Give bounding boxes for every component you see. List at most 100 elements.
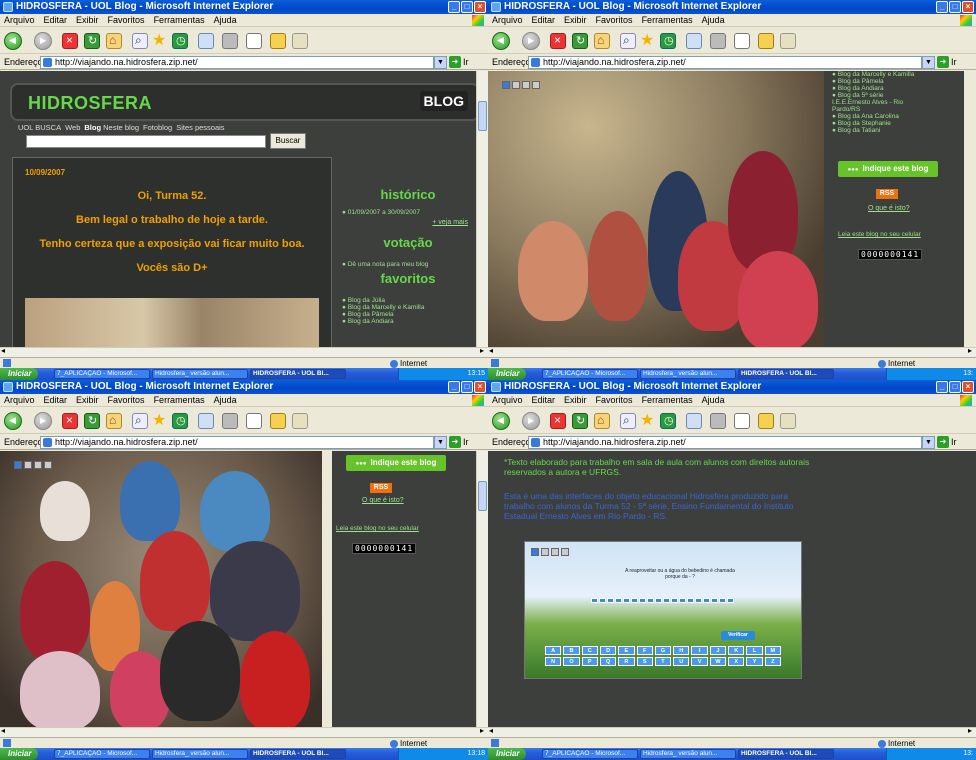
favorito-link[interactable]: ● Blog da Tatiani <box>832 127 914 134</box>
maximize-icon[interactable]: □ <box>949 381 961 393</box>
letter-key[interactable]: T <box>654 657 672 666</box>
favorites-icon[interactable] <box>640 410 656 430</box>
stop-icon[interactable] <box>550 413 566 429</box>
vertical-scrollbar[interactable] <box>476 451 488 727</box>
letter-key[interactable]: I <box>691 646 708 655</box>
start-button[interactable]: Iniciar <box>0 748 38 760</box>
mail-icon[interactable] <box>522 81 530 89</box>
go-icon[interactable]: ➜ <box>937 56 949 68</box>
mail-icon[interactable] <box>686 33 702 49</box>
go-label[interactable]: Ir <box>951 55 957 70</box>
o-que-e-isto-link[interactable]: O que é isto? <box>868 205 910 212</box>
edit-icon[interactable] <box>246 33 262 49</box>
letter-key[interactable]: Z <box>764 657 781 666</box>
task-hidrosfera-uol[interactable]: HIDROSFERA - UOL Bl... <box>250 749 346 759</box>
scroll-thumb[interactable] <box>478 101 487 131</box>
back-icon[interactable] <box>4 32 22 50</box>
go-icon[interactable]: ➜ <box>449 436 461 448</box>
menu-favoritos[interactable]: Favoritos <box>596 15 633 25</box>
history-icon[interactable] <box>660 413 676 429</box>
favorito-link[interactable]: ● Blog da Andiara <box>832 85 914 92</box>
search-icon[interactable] <box>132 33 148 49</box>
rss-button[interactable]: RSS <box>876 189 898 199</box>
save-icon[interactable] <box>14 461 22 469</box>
close-icon[interactable]: × <box>962 381 974 393</box>
letter-key[interactable]: H <box>673 646 690 655</box>
letter-key[interactable]: P <box>581 657 598 666</box>
menu-editar[interactable]: Editar <box>44 15 68 25</box>
blog-tab[interactable]: Blog <box>84 123 101 132</box>
menu-editar[interactable]: Editar <box>532 15 556 25</box>
letter-key[interactable]: O <box>563 657 580 666</box>
folder-icon[interactable] <box>758 33 774 49</box>
uol-busca-link[interactable]: UOL BUSCA <box>18 123 61 132</box>
address-input[interactable]: http://viajando.na.hidrosfera.zip.net/ <box>40 436 434 449</box>
letter-key[interactable]: B <box>563 646 580 655</box>
indique-button[interactable]: Indique este blog <box>346 455 446 471</box>
mail-icon[interactable] <box>34 461 42 469</box>
minimize-icon[interactable]: _ <box>936 381 948 393</box>
favorito-link[interactable]: ● Blog da Ana Carolina <box>832 113 914 120</box>
back-icon[interactable] <box>492 412 510 430</box>
votacao-link[interactable]: ● Dê uma nota para meu blog <box>342 261 478 268</box>
forward-icon[interactable] <box>522 32 540 50</box>
edit-icon[interactable] <box>246 413 262 429</box>
letter-key[interactable]: K <box>728 646 745 655</box>
minimize-icon[interactable]: _ <box>448 1 460 13</box>
refresh-icon[interactable] <box>84 33 100 49</box>
mail-icon[interactable] <box>551 548 559 556</box>
letter-key[interactable]: Q <box>599 657 617 666</box>
print-icon[interactable] <box>24 461 32 469</box>
sites-pessoais-tab[interactable]: Sites pessoais <box>176 123 224 132</box>
folder-icon[interactable] <box>532 81 540 89</box>
letter-key[interactable]: S <box>636 657 653 666</box>
favorites-icon[interactable] <box>152 410 168 430</box>
celular-link[interactable]: Leia este blog no seu celular <box>838 231 921 238</box>
favorito-link[interactable]: ● Blog da 5ª série <box>832 92 914 99</box>
maximize-icon[interactable]: □ <box>949 1 961 13</box>
favorites-icon[interactable] <box>152 30 168 50</box>
address-dropdown-icon[interactable]: ▼ <box>922 56 935 69</box>
address-dropdown-icon[interactable]: ▼ <box>922 436 935 449</box>
search-icon[interactable] <box>620 33 636 49</box>
scroll-thumb[interactable] <box>478 481 487 511</box>
horizontal-scrollbar[interactable] <box>0 346 488 357</box>
menu-exibir[interactable]: Exibir <box>76 395 99 405</box>
letter-key[interactable]: C <box>581 646 598 655</box>
menu-ferramentas[interactable]: Ferramentas <box>154 15 205 25</box>
search-icon[interactable] <box>132 413 148 429</box>
favorito-link[interactable]: ● Blog da Marcelly e Kamilla <box>832 71 914 78</box>
favorito-link[interactable]: ● Blog da Andiara <box>342 318 424 325</box>
favorito-link[interactable]: ● Blog da Pâmela <box>342 311 424 318</box>
letter-key[interactable]: A <box>545 646 562 655</box>
home-icon[interactable] <box>106 413 122 429</box>
address-input[interactable]: http://viajando.na.hidrosfera.zip.net/ <box>528 436 922 449</box>
menu-arquivo[interactable]: Arquivo <box>492 15 523 25</box>
edit-icon[interactable] <box>734 33 750 49</box>
history-icon[interactable] <box>172 33 188 49</box>
menu-ajuda[interactable]: Ajuda <box>214 395 237 405</box>
menu-ferramentas[interactable]: Ferramentas <box>642 395 693 405</box>
search-icon[interactable] <box>620 413 636 429</box>
close-icon[interactable]: × <box>474 381 486 393</box>
task-aplicacao[interactable]: 7_APLICAÇÃO - Microsof... <box>54 369 150 379</box>
menu-exibir[interactable]: Exibir <box>564 395 587 405</box>
neste-blog-tab[interactable]: Neste blog <box>103 123 139 132</box>
letter-key[interactable]: N <box>545 657 562 666</box>
stop-icon[interactable] <box>550 33 566 49</box>
horizontal-scrollbar[interactable] <box>0 726 488 737</box>
save-icon[interactable] <box>531 548 539 556</box>
print-icon[interactable] <box>222 413 238 429</box>
letter-key[interactable]: W <box>709 657 727 666</box>
print-icon[interactable] <box>512 81 520 89</box>
rss-button[interactable]: RSS <box>370 483 392 493</box>
task-aplicacao[interactable]: 7_APLICAÇÃO - Microsof... <box>542 749 638 759</box>
task-hidrosfera-uol[interactable]: HIDROSFERA - UOL Bl... <box>738 369 834 379</box>
print-icon[interactable] <box>710 413 726 429</box>
verificar-button[interactable]: Verificar <box>721 631 755 640</box>
history-icon[interactable] <box>660 33 676 49</box>
horizontal-scrollbar[interactable] <box>488 726 976 737</box>
address-input[interactable]: http://viajando.na.hidrosfera.zip.net/ <box>40 56 434 69</box>
folder-icon[interactable] <box>44 461 52 469</box>
letter-key[interactable]: V <box>691 657 708 666</box>
